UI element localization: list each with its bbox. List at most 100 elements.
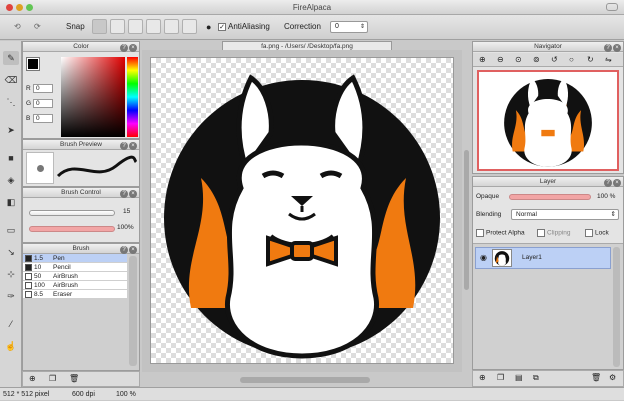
hue-slider[interactable]: [127, 57, 138, 137]
actual-size-icon[interactable]: ⊚: [533, 55, 540, 64]
canvas-vertical-scrollbar[interactable]: [464, 150, 469, 290]
eraser-tool-icon[interactable]: ⌫: [3, 73, 19, 87]
undo-icon[interactable]: ⟲: [14, 20, 21, 34]
panel-close-icon[interactable]: ×: [129, 246, 137, 254]
blending-value: Normal: [516, 211, 537, 218]
snap-radial-button[interactable]: [164, 19, 179, 34]
add-brush-icon[interactable]: ⊕: [29, 374, 36, 383]
rotate-right-icon[interactable]: ↻: [587, 55, 594, 64]
brush-item-eraser[interactable]: 8.5 Eraser: [23, 290, 127, 299]
brush-size-value: 15: [123, 208, 131, 215]
panel-close-icon[interactable]: ×: [613, 44, 621, 52]
minimize-window-button[interactable]: [16, 4, 23, 11]
canvas[interactable]: [150, 57, 454, 364]
snap-off-button[interactable]: [92, 19, 107, 34]
blending-select[interactable]: Normal ⇕: [511, 209, 619, 220]
duplicate-layer-icon[interactable]: ⧉: [533, 373, 539, 383]
brush-name: Eraser: [53, 291, 73, 298]
saturation-value-picker[interactable]: [61, 57, 125, 137]
select-pen-tool-icon[interactable]: ✑: [3, 289, 19, 303]
zoom-fit-icon[interactable]: ⊙: [515, 55, 522, 64]
b-value-field[interactable]: 0: [33, 114, 53, 123]
dot-tool-icon[interactable]: ⋱: [3, 95, 19, 109]
brush-opacity-slider[interactable]: [29, 226, 115, 232]
rotate-left-icon[interactable]: ↺: [551, 55, 558, 64]
redo-icon[interactable]: ⟳: [34, 20, 41, 34]
canvas-horizontal-scrollbar[interactable]: [240, 377, 370, 383]
close-window-button[interactable]: [6, 4, 13, 11]
panel-close-icon[interactable]: ×: [129, 44, 137, 52]
hand-tool-icon[interactable]: ☝: [3, 339, 19, 353]
r-value-field[interactable]: 0: [33, 84, 53, 93]
panel-info-icon[interactable]: ?: [120, 246, 128, 254]
select-tool-icon[interactable]: ▭: [3, 223, 19, 237]
brush-item-pencil[interactable]: 10 Pencil: [23, 263, 127, 272]
brush-item-airbrush-50[interactable]: 50 AirBrush: [23, 272, 127, 281]
panel-close-icon[interactable]: ×: [129, 190, 137, 198]
magic-wand-tool-icon[interactable]: ⊹: [3, 267, 19, 281]
add-8bit-layer-icon[interactable]: ❐: [497, 373, 504, 382]
lasso-tool-icon[interactable]: ↘: [3, 245, 19, 259]
snap-parallel-button[interactable]: [110, 19, 125, 34]
brush-preview-title: Brush Preview: [60, 141, 102, 148]
snap-vanishing-button[interactable]: [146, 19, 161, 34]
zoom-out-icon[interactable]: ⊖: [497, 55, 504, 64]
add-folder-icon[interactable]: ▤: [515, 373, 523, 382]
move-tool-icon[interactable]: ➤: [3, 123, 19, 137]
brush-name: AirBrush: [53, 273, 78, 280]
brush-list-scrollbar[interactable]: [129, 256, 137, 366]
color-panel-title: Color: [73, 43, 89, 50]
correction-stepper[interactable]: 0 ⇕: [330, 21, 368, 33]
layer-row-layer1[interactable]: ◉ Layer1: [475, 247, 611, 269]
eye-icon[interactable]: ◉: [480, 253, 487, 262]
clipping-checkbox[interactable]: Clipping: [537, 229, 571, 237]
protect-alpha-checkbox[interactable]: Protect Alpha: [476, 229, 525, 237]
delete-brush-icon[interactable]: 🗑: [69, 374, 79, 383]
flip-horizontal-icon[interactable]: ⇋: [605, 55, 612, 64]
tool-palette: ✎ ⌫ ⋱ ➤ ■ ◈ ◧ ▭ ↘ ⊹ ✑ ⁄ ☝: [0, 41, 22, 387]
eyedropper-tool-icon[interactable]: ⁄: [3, 317, 19, 331]
rotate-reset-icon[interactable]: ○: [569, 55, 574, 64]
brush-item-pen[interactable]: 1.5 Pen: [23, 254, 127, 263]
brush-size: 10: [34, 264, 42, 271]
brush-size: 50: [34, 273, 42, 280]
snap-settings-icon[interactable]: ●: [206, 20, 211, 34]
layer-settings-icon[interactable]: ⚙: [609, 373, 616, 382]
panel-info-icon[interactable]: ?: [120, 190, 128, 198]
bucket-tool-icon[interactable]: ◈: [3, 173, 19, 187]
brush-name: Pen: [53, 255, 65, 262]
zoom-in-icon[interactable]: ⊕: [479, 55, 486, 64]
panel-info-icon[interactable]: ?: [604, 44, 612, 52]
g-value-field[interactable]: 0: [33, 99, 53, 108]
fill-tool-icon[interactable]: ■: [3, 151, 19, 165]
duplicate-brush-icon[interactable]: ❐: [49, 374, 56, 383]
chevron-down-icon: ⇕: [610, 211, 616, 218]
layer-list-scrollbar[interactable]: [613, 247, 620, 367]
brush-tool-icon[interactable]: ✎: [3, 51, 19, 65]
zoom-window-button[interactable]: [26, 4, 33, 11]
snap-circle-button[interactable]: [182, 19, 197, 34]
panel-info-icon[interactable]: ?: [120, 142, 128, 150]
brush-panel-header: Brush? ×: [23, 244, 139, 254]
r-label: R: [26, 85, 31, 92]
status-dimensions: 512 * 512 pixel: [3, 391, 50, 398]
delete-layer-icon[interactable]: 🗑: [591, 373, 601, 382]
layer-panel: Layer? × Opaque 100 % Blending Normal ⇕ Pr…: [472, 176, 624, 370]
navigator-preview[interactable]: [477, 70, 619, 171]
brush-item-airbrush-100[interactable]: 100 AirBrush: [23, 281, 127, 290]
brush-size-slider[interactable]: [29, 210, 115, 216]
panel-close-icon[interactable]: ×: [613, 179, 621, 187]
snap-crisscross-button[interactable]: [128, 19, 143, 34]
panel-info-icon[interactable]: ?: [120, 44, 128, 52]
panel-info-icon[interactable]: ?: [604, 179, 612, 187]
panel-close-icon[interactable]: ×: [129, 142, 137, 150]
foreground-color-swatch[interactable]: [26, 57, 40, 71]
brush-control-title: Brush Control: [61, 189, 101, 196]
brush-panel-footer: ⊕ ❐ 🗑: [22, 371, 140, 387]
add-layer-icon[interactable]: ⊕: [479, 373, 486, 382]
gradation-tool-icon[interactable]: ◧: [3, 195, 19, 209]
toolbar-toggle-button[interactable]: [606, 3, 618, 11]
lock-checkbox[interactable]: Lock: [585, 229, 609, 237]
layer-opacity-slider[interactable]: [509, 194, 591, 200]
antialias-checkbox[interactable]: ✓ AntiAliasing: [218, 20, 270, 34]
